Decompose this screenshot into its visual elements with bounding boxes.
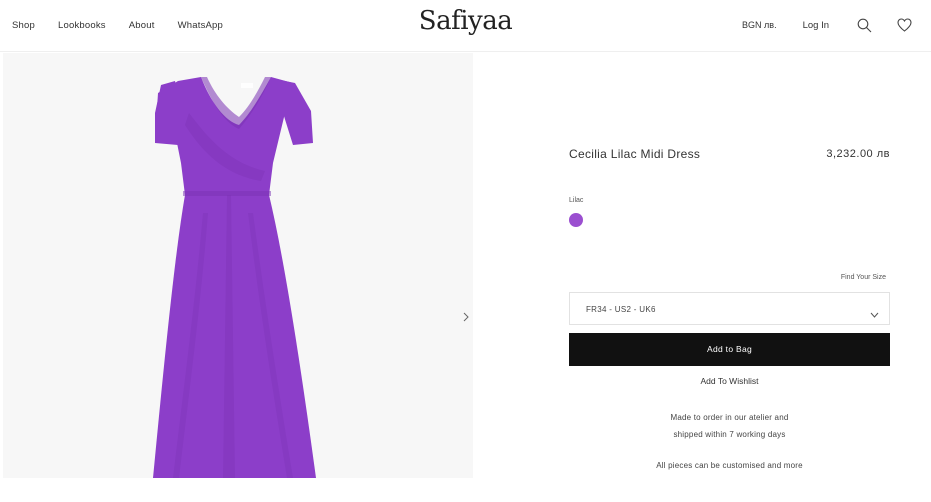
chevron-down-icon bbox=[870, 305, 879, 323]
size-select-value: FR34 - US2 - UK6 bbox=[586, 305, 656, 314]
find-your-size-link[interactable]: Find Your Size bbox=[841, 274, 886, 281]
add-to-bag-button[interactable]: Add to Bag bbox=[569, 333, 890, 366]
color-swatch-lilac[interactable] bbox=[569, 213, 583, 227]
search-icon[interactable] bbox=[855, 16, 873, 34]
nav-whatsapp[interactable]: WhatsApp bbox=[178, 20, 223, 31]
color-label: Lilac bbox=[569, 197, 584, 204]
nav-lookbooks[interactable]: Lookbooks bbox=[58, 20, 106, 31]
customise-note: All pieces can be customised and more bbox=[656, 461, 803, 470]
product-title: Cecilia Lilac Midi Dress bbox=[569, 147, 701, 161]
product-gallery bbox=[3, 53, 473, 478]
login-link[interactable]: Log In bbox=[803, 20, 829, 31]
logo-text[interactable]: Safiyaa bbox=[419, 6, 513, 36]
made-to-order-line-1: Made to order in our atelier and bbox=[670, 413, 789, 422]
site-header: Shop Lookbooks About WhatsApp Safiyaa BG… bbox=[0, 0, 931, 52]
nav-shop[interactable]: Shop bbox=[12, 20, 35, 31]
header-actions: BGN лв. Log In bbox=[742, 16, 913, 34]
currency-selector[interactable]: BGN лв. bbox=[742, 20, 777, 30]
lilac-midi-dress-image bbox=[153, 77, 316, 478]
heart-icon[interactable] bbox=[895, 16, 913, 34]
nav-about[interactable]: About bbox=[129, 20, 155, 31]
made-to-order-line-2: shipped within 7 working days bbox=[673, 430, 786, 439]
chevron-right-icon[interactable] bbox=[458, 309, 473, 325]
size-select[interactable]: FR34 - US2 - UK6 bbox=[569, 292, 890, 325]
product-price: 3,232.00 лв bbox=[826, 148, 890, 160]
add-to-wishlist-link[interactable]: Add To Wishlist bbox=[569, 376, 890, 386]
main-nav: Shop Lookbooks About WhatsApp bbox=[12, 20, 246, 31]
